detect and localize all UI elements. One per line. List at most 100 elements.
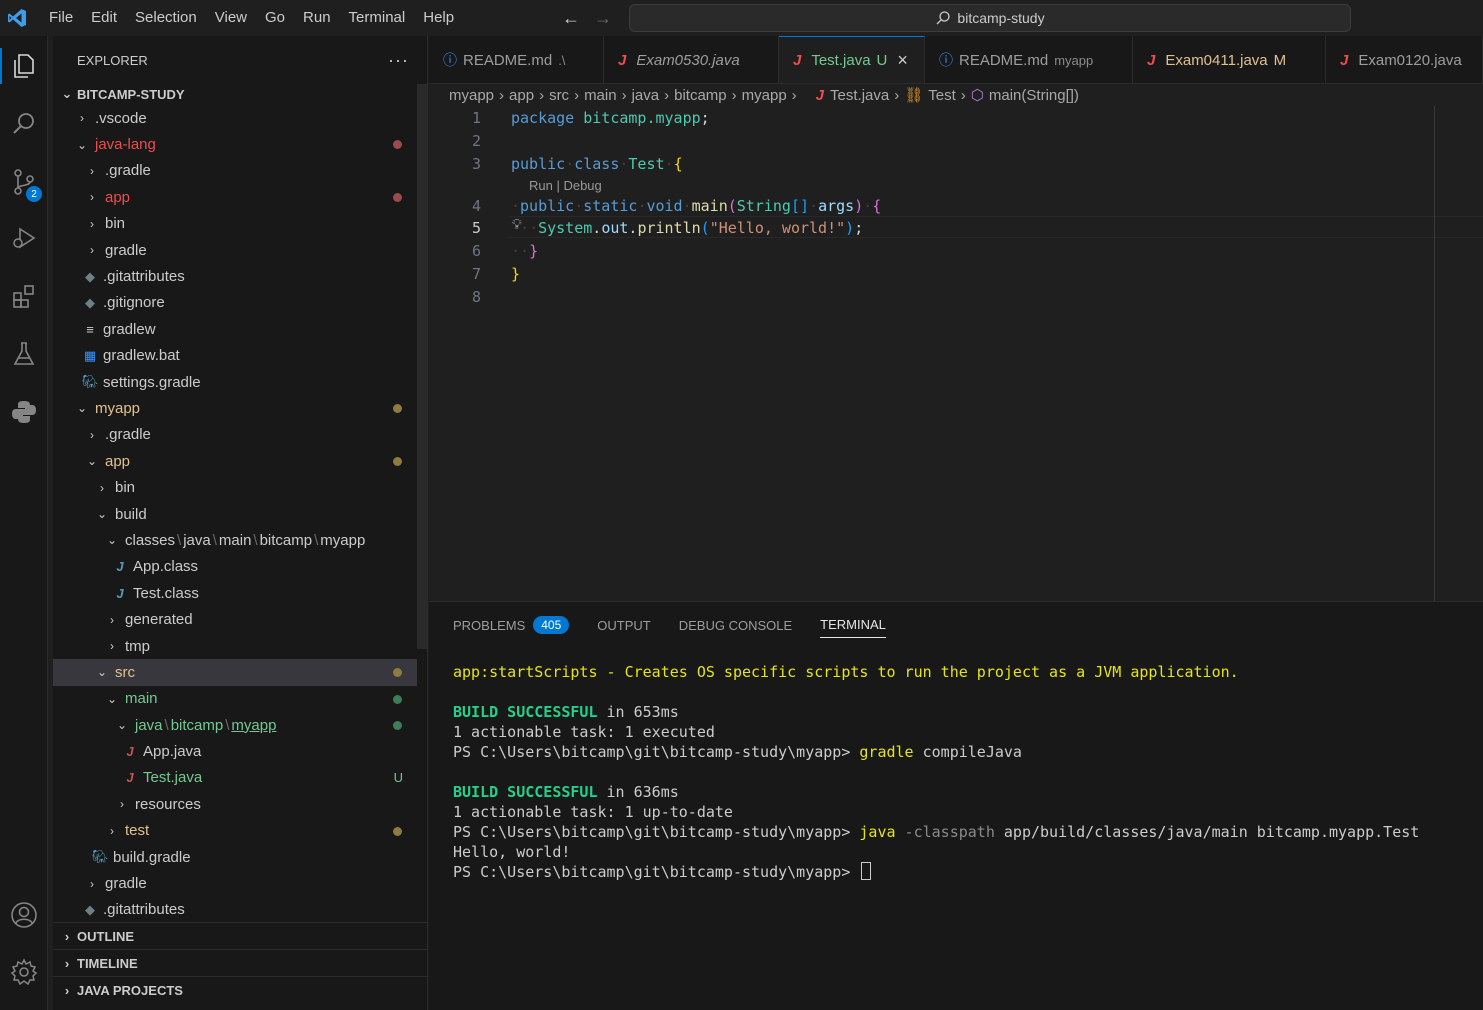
command-center-text: bitcamp-study bbox=[957, 10, 1045, 26]
java-projects-section[interactable]: › JAVA PROJECTS bbox=[53, 976, 428, 1003]
breadcrumb-item[interactable]: myapp bbox=[449, 87, 494, 104]
timeline-section[interactable]: › TIMELINE bbox=[53, 949, 428, 976]
breadcrumb-item[interactable]: myapp bbox=[742, 87, 787, 104]
source-control-icon[interactable]: 2 bbox=[0, 158, 48, 206]
tree-item-src[interactable]: ⌄ src bbox=[53, 659, 417, 686]
line-number: 6 bbox=[471, 242, 481, 260]
workspace-root[interactable]: ⌄ BITCAMP-STUDY bbox=[53, 81, 417, 107]
command-center-search[interactable]: bitcamp-study bbox=[629, 4, 1351, 32]
outline-section[interactable]: › OUTLINE bbox=[53, 922, 428, 949]
path-segment: main bbox=[218, 531, 252, 549]
breadcrumb-item[interactable]: java bbox=[632, 87, 660, 104]
run-debug-icon[interactable] bbox=[0, 214, 48, 262]
tree-item-gradle-dir[interactable]: › .gradle bbox=[53, 158, 417, 184]
tree-item-bin[interactable]: › bin bbox=[53, 211, 417, 237]
tab-label: Exam0411.java bbox=[1165, 51, 1268, 69]
explorer-icon[interactable] bbox=[0, 42, 48, 90]
punct: ) bbox=[845, 219, 855, 237]
menu-go[interactable]: Go bbox=[256, 0, 294, 36]
untracked-dot-icon bbox=[393, 694, 402, 704]
breadcrumb-item[interactable]: bitcamp bbox=[674, 87, 727, 104]
tree-item-test-class[interactable]: J Test.class bbox=[53, 580, 417, 606]
tree-item-myapp-bin[interactable]: › bin bbox=[53, 474, 417, 500]
terminal-line: Hello, world! bbox=[453, 843, 571, 861]
chevron-right-icon: › bbox=[90, 427, 94, 442]
editor-scrollbar[interactable] bbox=[1434, 106, 1435, 601]
breadcrumb-item[interactable]: Test.java bbox=[830, 87, 889, 104]
tree-item-tmp[interactable]: › tmp bbox=[53, 633, 417, 659]
tree-item-main[interactable]: ⌄ main bbox=[53, 686, 417, 712]
tree-item-test[interactable]: › test bbox=[53, 818, 417, 844]
tab-exam0411[interactable]: J Exam0411.java M bbox=[1133, 36, 1326, 83]
testing-flask-icon[interactable] bbox=[0, 330, 48, 378]
tree-item-gitattributes[interactable]: ◆ .gitattributes bbox=[53, 263, 417, 289]
tree-item-myapp-app[interactable]: ⌄ app bbox=[53, 448, 417, 474]
tree-item-gradlew-bat[interactable]: ▦ gradlew.bat bbox=[53, 343, 417, 369]
tree-item-app-java[interactable]: J App.java bbox=[53, 738, 417, 764]
tab-exam0530[interactable]: J Exam0530.java bbox=[604, 36, 779, 83]
tree-item-vscode[interactable]: › .vscode bbox=[53, 105, 417, 131]
tree-item-test-java[interactable]: J Test.java U bbox=[53, 765, 417, 791]
code-editor[interactable]: 1 2 3 4 5 6 7 8 package bitcamp.myapp; p… bbox=[429, 106, 1483, 601]
breadcrumb-item[interactable]: main(String[]) bbox=[989, 87, 1079, 104]
extensions-icon[interactable] bbox=[0, 272, 48, 320]
tree-item-classes[interactable]: ⌄ classes \ java \ main \ bitcamp \ myapp bbox=[53, 527, 417, 553]
menu-help[interactable]: Help bbox=[414, 0, 463, 36]
breadcrumb-item[interactable]: Test bbox=[928, 87, 956, 104]
tab-terminal[interactable]: TERMINAL bbox=[820, 612, 886, 638]
terminal-output[interactable]: app:startScripts - Creates OS specific s… bbox=[453, 662, 1419, 882]
tree-item-generated[interactable]: › generated bbox=[53, 606, 417, 632]
tree-item-build[interactable]: ⌄ build bbox=[53, 501, 417, 527]
param-name: args bbox=[818, 197, 855, 215]
terminal-line: 1 actionable task: 1 up-to-date bbox=[453, 803, 733, 821]
menu-terminal[interactable]: Terminal bbox=[340, 0, 415, 36]
tree-item-myapp-gradle[interactable]: › gradle bbox=[53, 870, 417, 896]
code-line-5: ···System.out.println("Hello, world!"); bbox=[511, 219, 864, 237]
tree-item-myapp[interactable]: ⌄ myapp bbox=[53, 395, 417, 421]
tree-item-gradlew[interactable]: ≡ gradlew bbox=[53, 316, 417, 342]
tree-item-app[interactable]: › app bbox=[53, 184, 417, 210]
tree-item-myapp-gradle-dir[interactable]: › .gradle bbox=[53, 422, 417, 448]
settings-gear-icon[interactable] bbox=[0, 948, 48, 996]
menu-run[interactable]: Run bbox=[294, 0, 340, 36]
class-name: Test bbox=[628, 155, 665, 173]
menu-view[interactable]: View bbox=[206, 0, 256, 36]
terminal-prompt: PS C:\Users\bitcamp\git\bitcamp-study\my… bbox=[453, 743, 860, 761]
tree-item-myapp-gitattributes[interactable]: ◆ .gitattributes bbox=[53, 897, 417, 923]
more-actions-icon[interactable]: ··· bbox=[388, 50, 409, 71]
tab-output[interactable]: OUTPUT bbox=[597, 612, 650, 638]
tab-exam0120[interactable]: J Exam0120.java bbox=[1326, 36, 1483, 83]
tab-readme-root[interactable]: ⓘ README.md .\ bbox=[429, 36, 604, 83]
forward-arrow-icon[interactable]: → bbox=[594, 8, 612, 29]
chevron-right-icon: › bbox=[64, 982, 70, 998]
account-icon[interactable] bbox=[0, 891, 48, 939]
search-icon[interactable] bbox=[0, 100, 48, 148]
breadcrumb-item[interactable]: src bbox=[549, 87, 569, 104]
tree-item-gitignore[interactable]: ◆ .gitignore bbox=[53, 290, 417, 316]
panel-tab-label: OUTPUT bbox=[597, 617, 651, 633]
tree-item-label: App.java bbox=[143, 743, 202, 761]
tab-debug-console[interactable]: DEBUG CONSOLE bbox=[679, 612, 792, 638]
menu-edit[interactable]: Edit bbox=[82, 0, 126, 36]
terminal-line: PS C:\Users\bitcamp\git\bitcamp-study\my… bbox=[453, 822, 1419, 842]
tree-item-settings-gradle[interactable]: 🐘︎ settings.gradle bbox=[53, 369, 417, 395]
tree-item-build-gradle[interactable]: 🐘︎ build.gradle bbox=[53, 844, 417, 870]
python-icon[interactable] bbox=[0, 388, 48, 436]
tree-item-label: tmp bbox=[125, 637, 151, 655]
tree-item-gradle[interactable]: › gradle bbox=[53, 237, 417, 263]
tree-item-resources[interactable]: › resources bbox=[53, 791, 417, 817]
codelens-run-debug[interactable]: Run | Debug bbox=[529, 178, 602, 193]
menu-selection[interactable]: Selection bbox=[126, 0, 206, 36]
sidebar-scrollbar[interactable] bbox=[417, 84, 427, 649]
tab-test-java[interactable]: J Test.java U × bbox=[779, 36, 925, 83]
back-arrow-icon[interactable]: ← bbox=[562, 8, 580, 29]
breadcrumb-item[interactable]: app bbox=[509, 87, 534, 104]
tree-item-java-lang[interactable]: ⌄ java-lang bbox=[53, 131, 417, 157]
breadcrumb-item[interactable]: main bbox=[584, 87, 617, 104]
tab-readme-myapp[interactable]: ⓘ README.md myapp bbox=[925, 36, 1133, 83]
close-icon[interactable]: × bbox=[897, 50, 908, 71]
tree-item-app-class[interactable]: J App.class bbox=[53, 554, 417, 580]
menu-file[interactable]: File bbox=[40, 0, 82, 36]
tree-item-java-bitcamp-myapp[interactable]: ⌄ java \ bitcamp \ myapp bbox=[53, 712, 417, 738]
tab-problems[interactable]: PROBLEMS 405 bbox=[453, 612, 570, 638]
